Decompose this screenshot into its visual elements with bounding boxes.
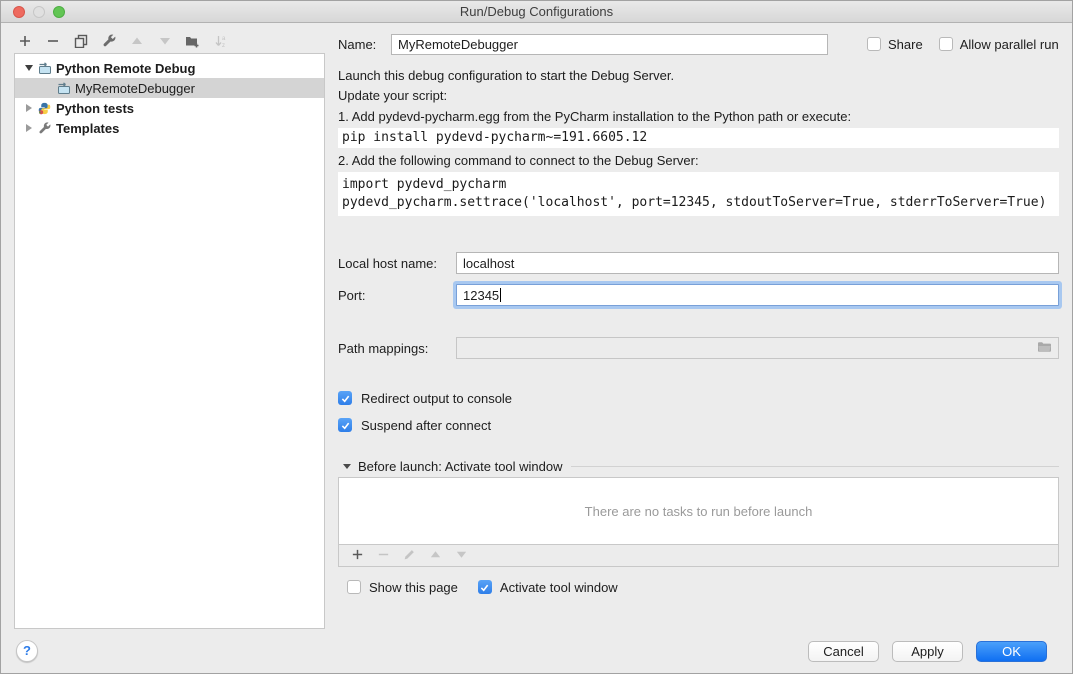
- path-mappings-input[interactable]: [456, 337, 1059, 359]
- local-host-name-label: Local host name:: [338, 256, 456, 271]
- remote-debug-config-icon: [57, 82, 71, 95]
- sort-alphabetically-button: az: [212, 34, 229, 51]
- edit-templates-button[interactable]: [100, 34, 117, 51]
- svg-text:a: a: [222, 36, 226, 42]
- remove-icon: [46, 34, 60, 51]
- title-bar: Run/Debug Configurations: [1, 1, 1072, 23]
- copy-configuration-button[interactable]: [72, 34, 89, 51]
- remote-debug-config-icon: [38, 62, 52, 75]
- sort-alphabetically-icon: az: [214, 34, 228, 51]
- redirect-output-checkbox[interactable]: [338, 391, 352, 405]
- settrace-code-line-1: import pydevd_pycharm: [342, 176, 1059, 194]
- move-up-button: [128, 34, 145, 51]
- task-list-toolbar: [339, 544, 1058, 566]
- tree-item-label: MyRemoteDebugger: [75, 81, 195, 96]
- settrace-code-line-2: pydevd_pycharm.settrace('localhost', por…: [342, 194, 1059, 212]
- port-input[interactable]: 12345: [456, 284, 1059, 306]
- run-debug-configurations-dialog: Run/Debug Configurations az: [0, 0, 1073, 674]
- apply-button[interactable]: Apply: [892, 641, 963, 662]
- add-configuration-button[interactable]: [16, 34, 33, 51]
- before-launch-section-header[interactable]: Before launch: Activate tool window: [338, 458, 1059, 474]
- show-this-page-checkbox[interactable]: [347, 580, 361, 594]
- move-up-icon: [130, 34, 144, 51]
- chevron-down-icon[interactable]: [24, 65, 33, 71]
- python-icon: [38, 102, 52, 115]
- remove-configuration-button[interactable]: [44, 34, 61, 51]
- zoom-window-button[interactable]: [53, 6, 65, 18]
- section-divider: [571, 466, 1059, 467]
- new-folder-button[interactable]: [184, 34, 201, 51]
- redirect-output-label: Redirect output to console: [361, 391, 512, 406]
- instruction-line-4: 2. Add the following command to connect …: [338, 153, 1059, 169]
- share-label: Share: [888, 37, 923, 52]
- cancel-button[interactable]: Cancel: [808, 641, 879, 662]
- dialog-buttons: Cancel Apply OK: [808, 641, 1047, 662]
- port-value: 12345: [463, 288, 499, 303]
- move-down-button: [156, 34, 173, 51]
- name-input[interactable]: [391, 34, 828, 55]
- share-checkbox[interactable]: [867, 37, 881, 51]
- window-title: Run/Debug Configurations: [1, 1, 1072, 22]
- suspend-after-connect-label: Suspend after connect: [361, 418, 491, 433]
- configuration-form: Name: Share Allow parallel run Launch th…: [338, 33, 1059, 596]
- configurations-tree: Python Remote Debug MyRemoteDebugger Pyt…: [14, 53, 325, 629]
- tree-item-label: Python tests: [56, 101, 134, 116]
- tree-item-myremotedebugger[interactable]: MyRemoteDebugger: [15, 78, 324, 98]
- move-task-down-button: [455, 548, 468, 564]
- tree-item-templates[interactable]: Templates: [15, 118, 324, 138]
- allow-parallel-run-checkbox[interactable]: [939, 37, 953, 51]
- wrench-icon: [102, 34, 116, 51]
- before-launch-task-list: There are no tasks to run before launch: [338, 477, 1059, 567]
- folder-icon[interactable]: [1037, 341, 1052, 356]
- help-button[interactable]: ?: [16, 640, 38, 662]
- settrace-code-block[interactable]: import pydevd_pycharm pydevd_pycharm.set…: [338, 172, 1059, 216]
- text-caret: [500, 288, 501, 302]
- ok-button[interactable]: OK: [976, 641, 1047, 662]
- tree-item-label: Python Remote Debug: [56, 61, 195, 76]
- activate-tool-window-label: Activate tool window: [500, 580, 618, 595]
- minimize-window-button: [33, 6, 45, 18]
- chevron-right-icon[interactable]: [24, 124, 33, 132]
- suspend-after-connect-checkbox[interactable]: [338, 418, 352, 432]
- activate-tool-window-checkbox[interactable]: [478, 580, 492, 594]
- pip-install-code[interactable]: pip install pydevd-pycharm~=191.6605.12: [338, 128, 1059, 148]
- tree-item-python-tests[interactable]: Python tests: [15, 98, 324, 118]
- tree-item-label: Templates: [56, 121, 119, 136]
- add-icon: [18, 34, 32, 51]
- copy-icon: [74, 34, 88, 51]
- remove-task-button: [377, 548, 390, 564]
- chevron-right-icon[interactable]: [24, 104, 33, 112]
- edit-task-button: [403, 548, 416, 564]
- chevron-down-icon[interactable]: [343, 464, 351, 469]
- svg-text:z: z: [222, 43, 225, 48]
- wrench-icon: [38, 122, 52, 135]
- instruction-line-1: Launch this debug configuration to start…: [338, 68, 1059, 84]
- name-label: Name:: [338, 37, 391, 52]
- configurations-toolbar: az: [16, 32, 229, 52]
- close-window-button[interactable]: [13, 6, 25, 18]
- move-task-up-button: [429, 548, 442, 564]
- new-folder-icon: [185, 34, 200, 51]
- instruction-line-3: 1. Add pydevd-pycharm.egg from the PyCha…: [338, 109, 1059, 125]
- port-label: Port:: [338, 288, 456, 303]
- empty-task-list-text: There are no tasks to run before launch: [339, 478, 1058, 544]
- before-launch-title: Before launch: Activate tool window: [358, 459, 563, 474]
- local-host-name-input[interactable]: [456, 252, 1059, 274]
- tree-item-python-remote-debug[interactable]: Python Remote Debug: [15, 58, 324, 78]
- path-mappings-label: Path mappings:: [338, 341, 456, 356]
- move-down-icon: [158, 34, 172, 51]
- allow-parallel-run-label: Allow parallel run: [960, 37, 1059, 52]
- instruction-line-2: Update your script:: [338, 88, 1059, 104]
- show-this-page-label: Show this page: [369, 580, 458, 595]
- add-task-button[interactable]: [351, 548, 364, 564]
